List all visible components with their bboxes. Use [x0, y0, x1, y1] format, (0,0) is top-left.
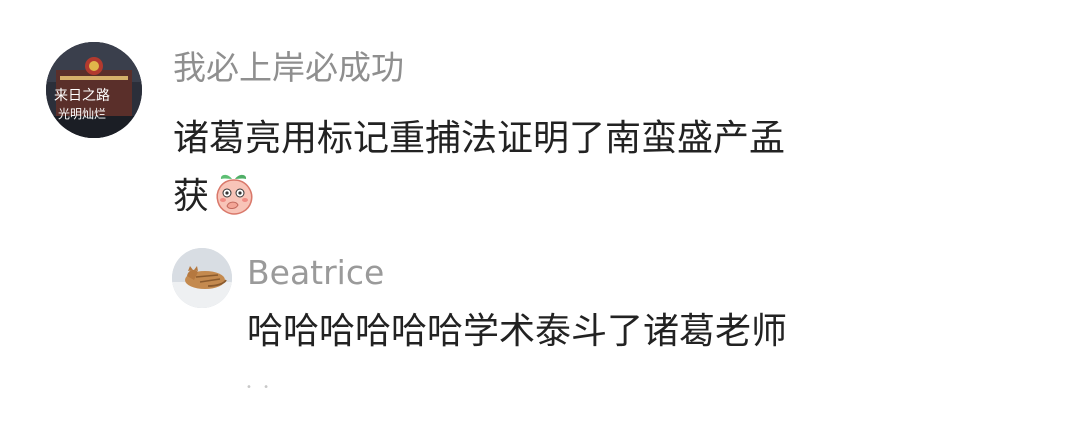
- reply-comment: Beatrice 哈哈哈哈哈哈学术泰斗了诸葛老师: [172, 248, 1052, 388]
- avatar-caption-line2: 光明灿烂: [58, 107, 106, 121]
- comment-thread: 来日之路 光明灿烂 我必上岸必成功 诸葛亮用标记重捕法证明了南蛮盛产孟 获 Be…: [0, 0, 1080, 432]
- comment-text-line2: 获: [173, 176, 210, 217]
- avatar-caption-line1: 来日之路: [54, 88, 110, 104]
- avatar[interactable]: [172, 248, 232, 308]
- reply-username[interactable]: Beatrice: [247, 253, 384, 293]
- avatar-image: 来日之路 光明灿烂: [46, 42, 142, 138]
- comment: 来日之路 光明灿烂 我必上岸必成功 诸葛亮用标记重捕法证明了南蛮盛产孟 获: [46, 42, 1046, 232]
- more-replies-indicator[interactable]: • •: [246, 382, 273, 393]
- comment-text-line1: 诸葛亮用标记重捕法证明了南蛮盛产孟: [173, 118, 786, 159]
- sleeping-cat-icon: [172, 248, 232, 308]
- peach-emoji-icon: [211, 170, 257, 216]
- avatar[interactable]: 来日之路 光明灿烂: [46, 42, 142, 138]
- comment-username[interactable]: 我必上岸必成功: [173, 48, 404, 88]
- reply-text: 哈哈哈哈哈哈学术泰斗了诸葛老师: [247, 311, 788, 352]
- comment-text: 诸葛亮用标记重捕法证明了南蛮盛产孟 获: [173, 110, 933, 226]
